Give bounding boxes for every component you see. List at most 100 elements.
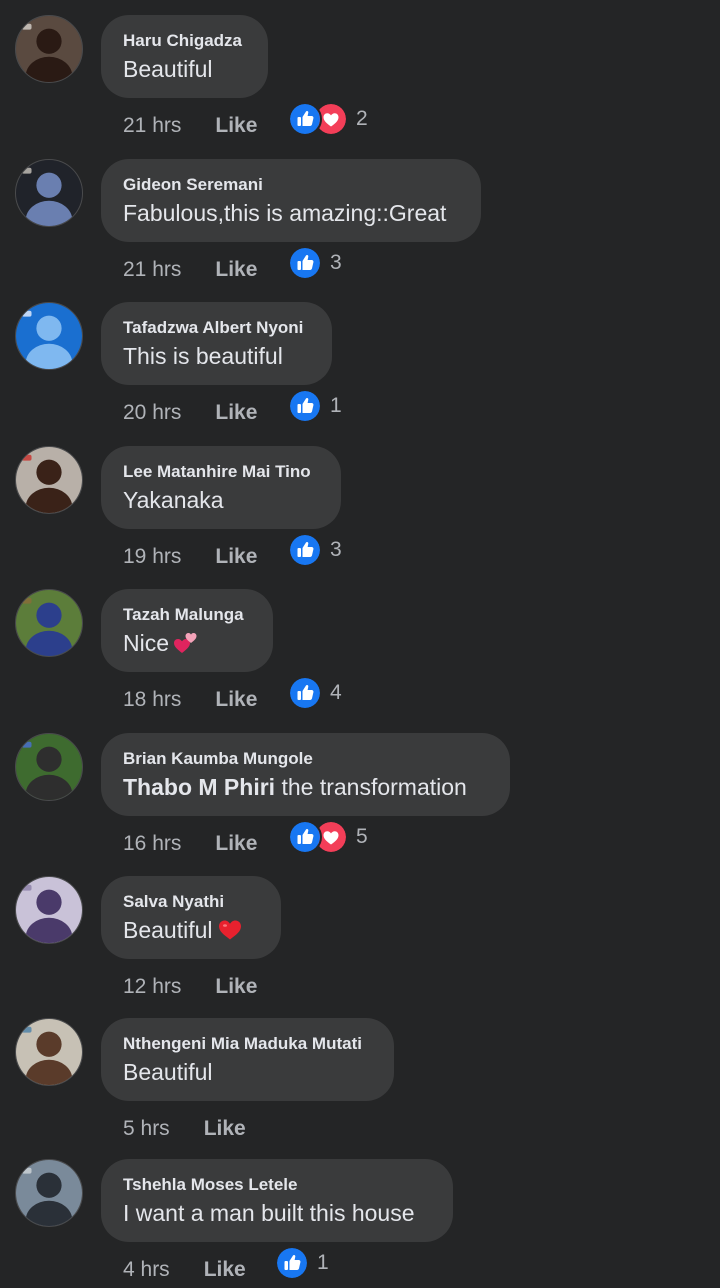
comment-text: Beautiful: [123, 1057, 372, 1087]
avatar[interactable]: [15, 733, 83, 801]
comment-list: Haru Chigadza Beautiful 21 hrs Like 2 Gideon …: [0, 0, 720, 1288]
comment-author[interactable]: Nthengeni Mia Maduka Mutati: [123, 1033, 372, 1055]
comment-item: Haru Chigadza Beautiful 21 hrs Like 2: [0, 0, 720, 143]
comment-author[interactable]: Tshehla Moses Letele: [123, 1174, 431, 1196]
comment-text: Beautiful: [123, 54, 246, 84]
comment-bubble[interactable]: Gideon Seremani Fabulous,this is amazing:…: [101, 159, 481, 242]
comment-bubble[interactable]: Nthengeni Mia Maduka Mutati Beautiful: [101, 1018, 394, 1101]
like-reaction-icon: [288, 533, 322, 567]
comment-body: Beautiful: [123, 917, 213, 943]
comment-body: Fabulous,this is amazing::Great: [123, 200, 447, 226]
reaction-count: 5: [356, 825, 368, 848]
comment-meta: 18 hrs Like: [123, 686, 257, 714]
comment-item: Gideon Seremani Fabulous,this is amazing:…: [0, 144, 720, 287]
avatar[interactable]: [15, 302, 83, 370]
comment-bubble[interactable]: Haru Chigadza Beautiful: [101, 15, 268, 98]
reaction-summary[interactable]: 3: [288, 533, 342, 567]
like-button[interactable]: Like: [215, 258, 257, 282]
comment-item: Lee Matanhire Mai Tino Yakanaka 19 hrs Like…: [0, 431, 720, 574]
reaction-summary[interactable]: 4: [288, 676, 342, 710]
comment-item: Tshehla Moses Letele I want a man built t…: [0, 1144, 720, 1287]
like-button[interactable]: Like: [204, 1117, 246, 1141]
reaction-summary[interactable]: 3: [288, 246, 342, 280]
comment-timestamp[interactable]: 19 hrs: [123, 545, 181, 569]
comment-timestamp[interactable]: 21 hrs: [123, 258, 181, 282]
comment-body: the transformation: [275, 774, 467, 800]
avatar[interactable]: [15, 1159, 83, 1227]
comment-text: Beautiful: [123, 915, 259, 945]
comment-item: Brian Kaumba Mungole Thabo M Phiri the tr…: [0, 718, 720, 861]
red-heart-icon: [217, 916, 243, 942]
comment-bubble[interactable]: Brian Kaumba Mungole Thabo M Phiri the tr…: [101, 733, 510, 816]
reaction-summary[interactable]: 1: [288, 389, 342, 423]
like-reaction-icon: [288, 676, 322, 710]
comment-meta: 21 hrs Like: [123, 256, 257, 284]
reaction-count: 1: [330, 394, 342, 417]
comment-text: Fabulous,this is amazing::Great: [123, 198, 459, 228]
like-reaction-icon: [288, 389, 322, 423]
comment-bubble[interactable]: Lee Matanhire Mai Tino Yakanaka: [101, 446, 341, 529]
like-reaction-icon: [288, 102, 322, 136]
comment-author[interactable]: Tafadzwa Albert Nyoni: [123, 317, 310, 339]
reaction-summary[interactable]: 5: [288, 820, 368, 854]
comment-author[interactable]: Brian Kaumba Mungole: [123, 748, 488, 770]
comment-bubble[interactable]: Tazah Malunga Nice: [101, 589, 273, 672]
comment-body: I want a man built this house: [123, 1200, 415, 1226]
comment-bubble[interactable]: Tshehla Moses Letele I want a man built t…: [101, 1159, 453, 1242]
mention-link[interactable]: Thabo M Phiri: [123, 774, 275, 800]
comment-author[interactable]: Tazah Malunga: [123, 604, 251, 626]
like-button[interactable]: Like: [215, 975, 257, 999]
comment-timestamp[interactable]: 4 hrs: [123, 1258, 170, 1282]
like-reaction-icon: [288, 820, 322, 854]
reaction-count: 1: [317, 1251, 329, 1274]
comment-item: Salva Nyathi Beautiful 12 hrs Like: [0, 861, 720, 1004]
comment-timestamp[interactable]: 5 hrs: [123, 1117, 170, 1141]
like-button[interactable]: Like: [215, 688, 257, 712]
comment-author[interactable]: Gideon Seremani: [123, 174, 459, 196]
comment-timestamp[interactable]: 20 hrs: [123, 401, 181, 425]
comment-author[interactable]: Haru Chigadza: [123, 30, 246, 52]
like-button[interactable]: Like: [215, 114, 257, 138]
reaction-count: 3: [330, 251, 342, 274]
avatar[interactable]: [15, 589, 83, 657]
comment-item: Nthengeni Mia Maduka Mutati Beautiful 5 hr…: [0, 1003, 720, 1146]
like-button[interactable]: Like: [215, 832, 257, 856]
like-button[interactable]: Like: [204, 1258, 246, 1282]
comment-meta: 21 hrs Like: [123, 112, 257, 140]
avatar[interactable]: [15, 1018, 83, 1086]
comment-author[interactable]: Salva Nyathi: [123, 891, 259, 913]
comment-text: Nice: [123, 628, 251, 658]
comment-meta: 12 hrs Like: [123, 973, 257, 1001]
comment-item: Tazah Malunga Nice 18 hrs Like 4: [0, 574, 720, 717]
comment-body: Yakanaka: [123, 487, 224, 513]
comment-timestamp[interactable]: 18 hrs: [123, 688, 181, 712]
comment-meta: 5 hrs Like: [123, 1115, 246, 1143]
comment-timestamp[interactable]: 16 hrs: [123, 832, 181, 856]
comment-bubble[interactable]: Salva Nyathi Beautiful: [101, 876, 281, 959]
avatar[interactable]: [15, 15, 83, 83]
like-button[interactable]: Like: [215, 401, 257, 425]
comment-bubble[interactable]: Tafadzwa Albert Nyoni This is beautiful: [101, 302, 332, 385]
comment-text: Thabo M Phiri the transformation: [123, 772, 488, 802]
comment-timestamp[interactable]: 12 hrs: [123, 975, 181, 999]
avatar[interactable]: [15, 159, 83, 227]
comment-body: Beautiful: [123, 56, 213, 82]
avatar[interactable]: [15, 876, 83, 944]
avatar[interactable]: [15, 446, 83, 514]
comment-text: Yakanaka: [123, 485, 319, 515]
reaction-summary[interactable]: 2: [288, 102, 368, 136]
comment-text: I want a man built this house: [123, 1198, 431, 1228]
reaction-summary[interactable]: 1: [275, 1246, 329, 1280]
reaction-count: 2: [356, 107, 368, 130]
comment-text: This is beautiful: [123, 341, 310, 371]
comment-author[interactable]: Lee Matanhire Mai Tino: [123, 461, 319, 483]
comment-body: Beautiful: [123, 1059, 213, 1085]
comment-meta: 4 hrs Like: [123, 1256, 246, 1284]
comment-item: Tafadzwa Albert Nyoni This is beautiful 20…: [0, 287, 720, 430]
two-hearts-icon: [173, 629, 199, 655]
like-reaction-icon: [288, 246, 322, 280]
like-button[interactable]: Like: [215, 545, 257, 569]
comment-body: This is beautiful: [123, 343, 283, 369]
comment-body: Nice: [123, 630, 170, 656]
comment-timestamp[interactable]: 21 hrs: [123, 114, 181, 138]
